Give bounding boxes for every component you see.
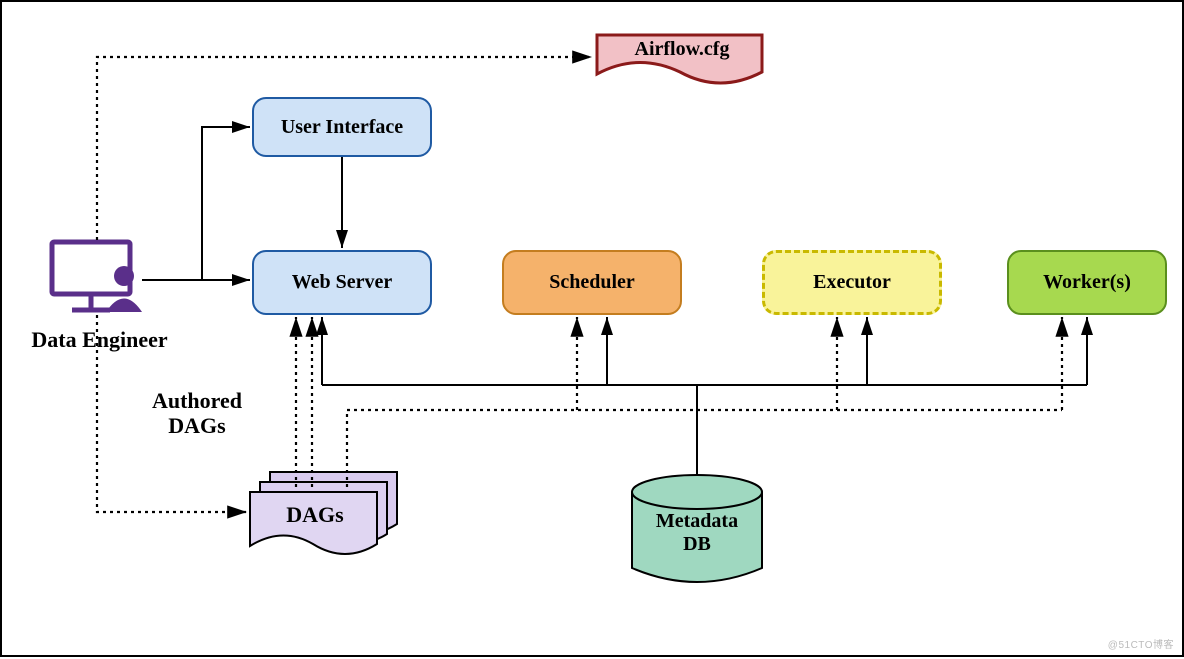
diagram-canvas: User Interface Web Server Scheduler Exec… (0, 0, 1184, 657)
metadb-label: Metadata DB (632, 510, 762, 556)
node-label: User Interface (281, 116, 403, 139)
dags-label: DAGs (270, 502, 360, 527)
node-label: Web Server (292, 271, 393, 294)
authored-dags-label: Authored DAGs (137, 388, 257, 439)
airflowcfg-label: Airflow.cfg (607, 38, 757, 61)
node-executor: Executor (762, 250, 942, 315)
node-label: Scheduler (549, 271, 635, 294)
node-label: Executor (813, 271, 891, 294)
node-workers: Worker(s) (1007, 250, 1167, 315)
watermark: @51CTO博客 (1108, 636, 1174, 651)
node-web-server: Web Server (252, 250, 432, 315)
node-scheduler: Scheduler (502, 250, 682, 315)
actor-label: Data Engineer (17, 327, 182, 352)
node-label: Worker(s) (1043, 271, 1131, 294)
node-user-interface: User Interface (252, 97, 432, 157)
actor-icon (52, 242, 142, 312)
